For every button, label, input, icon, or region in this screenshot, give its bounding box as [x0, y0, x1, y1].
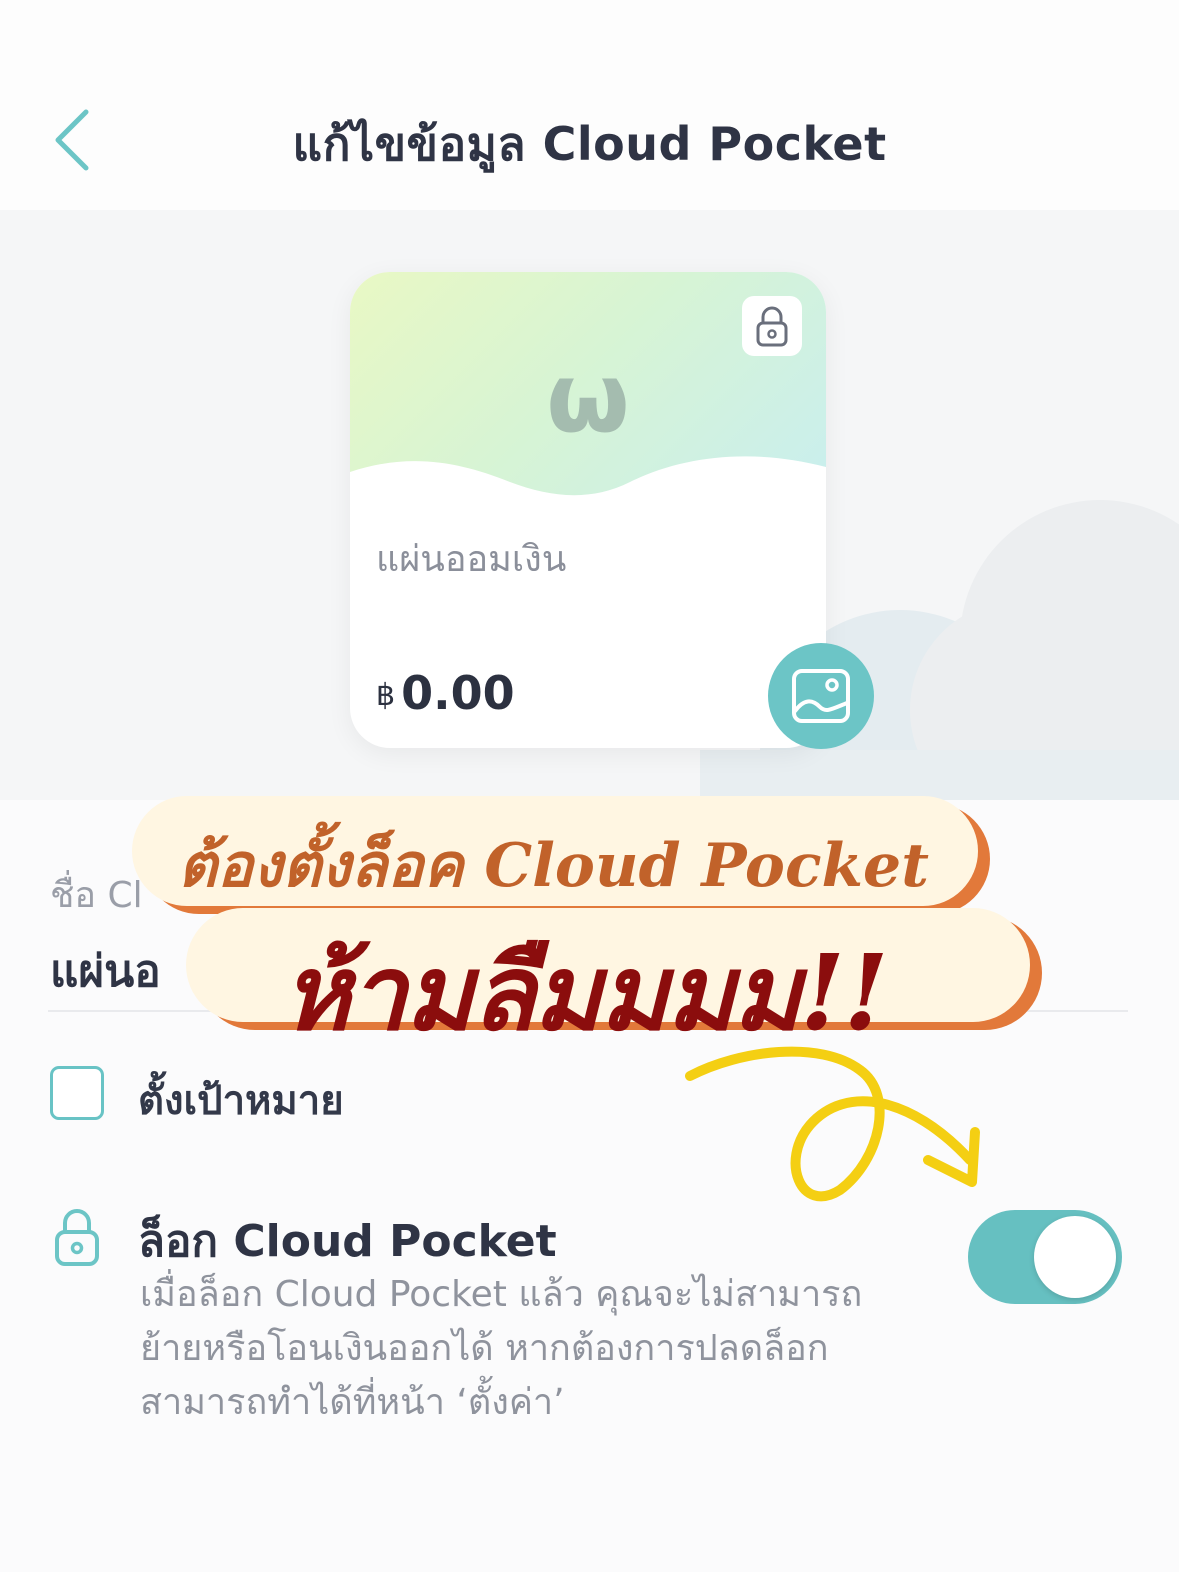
pocket-name-input[interactable]: แผ่นอ — [50, 936, 161, 1006]
page-title: แก้ไขข้อมูล Cloud Pocket — [292, 117, 887, 171]
lock-description-line: ย้ายหรือโอนเงินออกได้ หากต้องการปลดล็อก — [140, 1328, 829, 1369]
image-icon — [792, 669, 850, 723]
header-bar: แก้ไขข้อมูล Cloud Pocket — [0, 0, 1179, 211]
lock-description-line: สามารถทำได้ที่หน้า ‘ตั้งค่า’ — [140, 1382, 565, 1423]
lock-pocket-description: เมื่อล็อก Cloud Pocket แล้ว คุณจะไม่สามา… — [140, 1268, 940, 1430]
lock-pocket-toggle[interactable] — [968, 1210, 1122, 1304]
balance-amount: 0.00 — [401, 666, 515, 720]
toggle-knob — [1034, 1216, 1116, 1298]
pocket-name-label: ชื่อ Cl — [50, 875, 143, 916]
lock-pocket-title: ล็อก Cloud Pocket — [138, 1216, 557, 1267]
card-logo-glyph: ω — [546, 342, 630, 454]
set-goal-checkbox[interactable] — [50, 1066, 104, 1120]
curved-arrow-icon — [685, 1046, 980, 1202]
lock-description-line: เมื่อล็อก Cloud Pocket แล้ว คุณจะไม่สามา… — [140, 1274, 863, 1315]
change-image-button[interactable] — [768, 643, 874, 749]
set-goal-label: ตั้งเป้าหมาย — [138, 1078, 344, 1124]
currency-symbol: ฿ — [376, 678, 396, 713]
annotation-text-top: ต้องตั้งล็อค Cloud Pocket — [178, 831, 929, 901]
pocket-card: ω แผ่นออมเงิน ฿ 0.00 — [350, 272, 826, 748]
card-balance: ฿ 0.00 — [376, 666, 515, 720]
card-pocket-name: แผ่นออมเงิน — [376, 539, 567, 580]
padlock-icon — [55, 1209, 99, 1266]
